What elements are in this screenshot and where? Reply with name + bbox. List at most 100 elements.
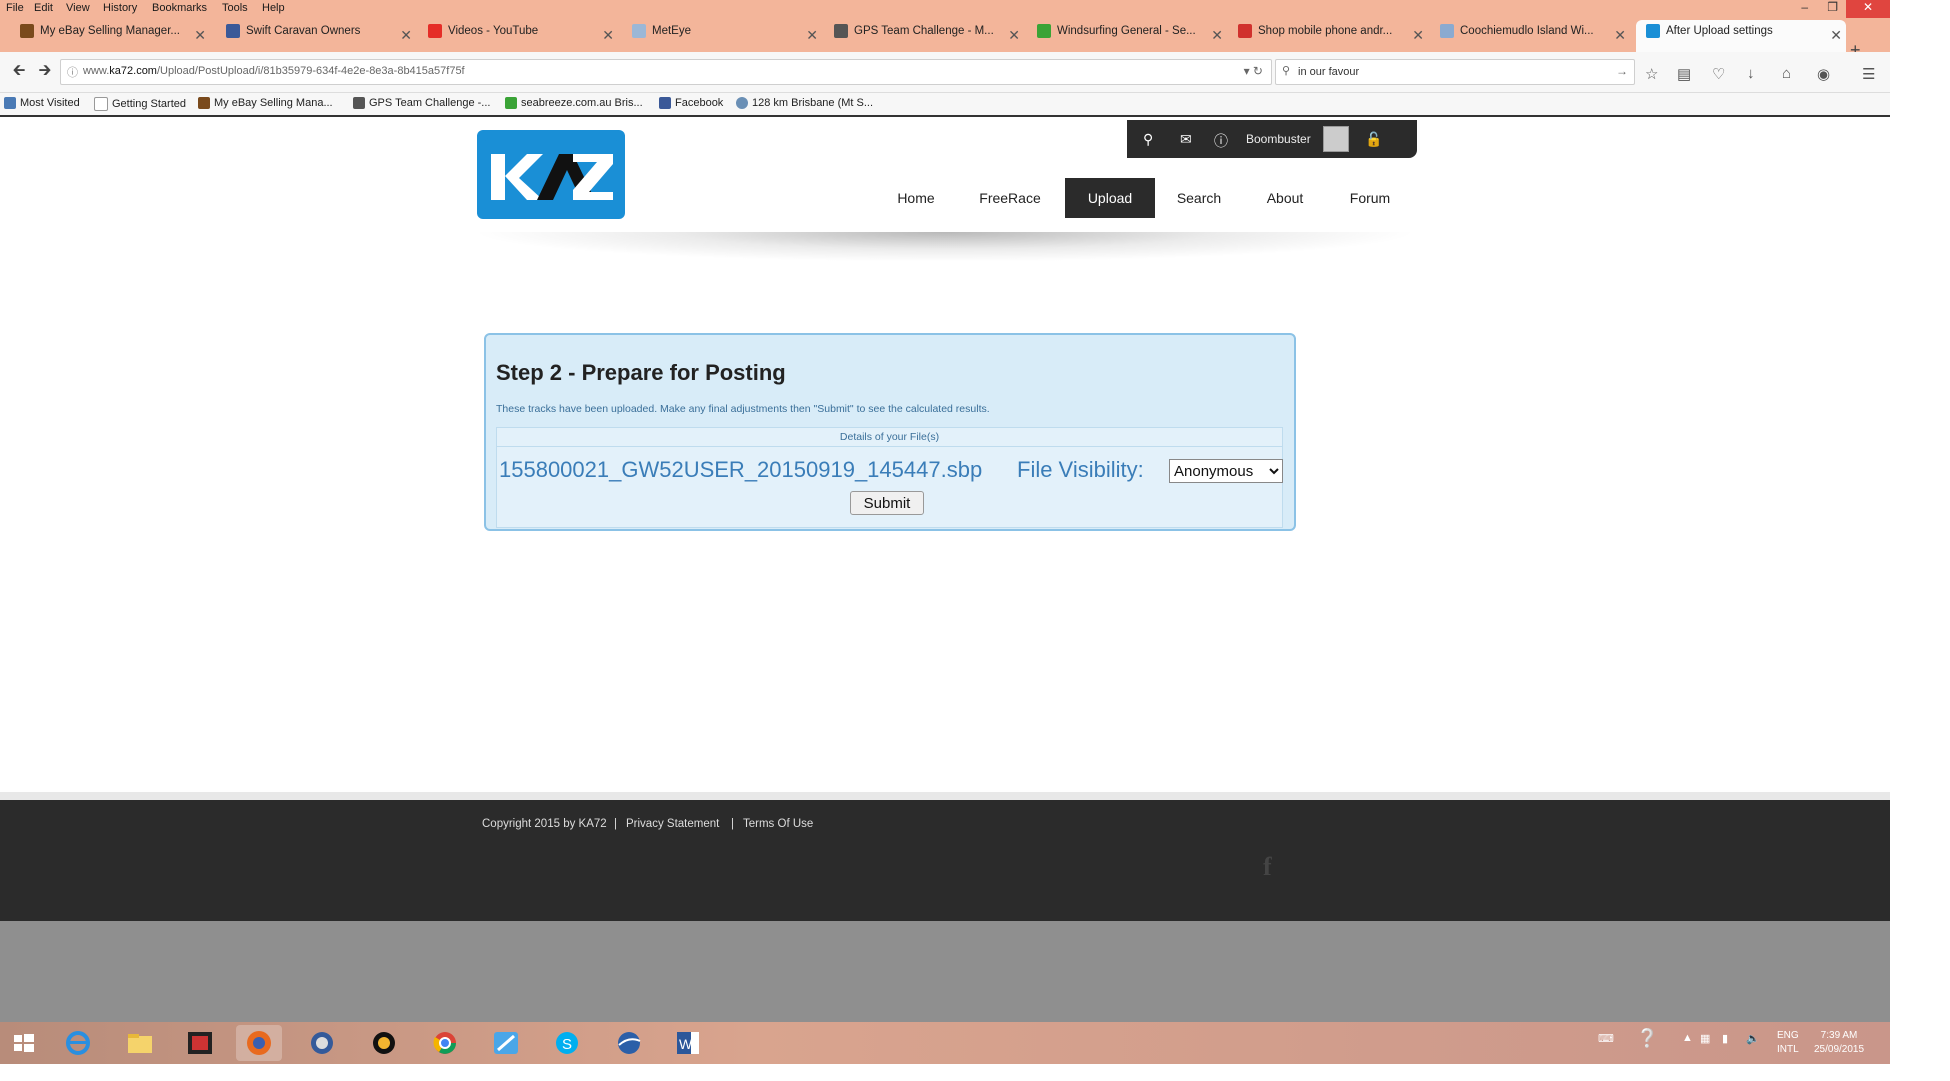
avatar[interactable] — [1323, 126, 1349, 152]
info-icon[interactable]: ⓘ — [1214, 131, 1228, 151]
close-window-icon[interactable]: ✕ — [1846, 0, 1890, 18]
privacy-link[interactable]: Privacy Statement — [626, 818, 719, 830]
copyright-text: Copyright 2015 by KA72 — [482, 818, 607, 830]
search-input[interactable] — [1296, 63, 1610, 81]
tab-youtube[interactable]: Videos - YouTube ✕ — [428, 24, 618, 50]
menu-help[interactable]: Help — [262, 2, 285, 14]
go-arrow-icon[interactable]: → — [1616, 64, 1628, 78]
chrome-icon[interactable] — [429, 1028, 461, 1058]
site-info-icon[interactable]: ⓘ — [67, 64, 78, 80]
word-icon[interactable]: W — [672, 1028, 704, 1058]
close-tab-icon[interactable]: ✕ — [1008, 27, 1020, 44]
thunderbird-icon[interactable] — [306, 1028, 338, 1058]
close-tab-icon[interactable]: ✕ — [806, 27, 818, 44]
facebook-icon — [226, 24, 240, 38]
nav-upload[interactable]: Upload — [1065, 178, 1155, 218]
file-visibility-label: File Visibility: — [1017, 457, 1144, 482]
tab-gps-team-challenge[interactable]: GPS Team Challenge - M... ✕ — [834, 24, 1024, 50]
site-logo[interactable] — [477, 130, 625, 219]
menu-view[interactable]: View — [66, 2, 90, 14]
bookmark-weather[interactable]: 128 km Brisbane (Mt S... — [736, 97, 873, 110]
reading-list-icon[interactable]: ▤ — [1677, 65, 1691, 83]
close-tab-icon[interactable]: ✕ — [1830, 27, 1842, 44]
folder-icon — [4, 97, 16, 110]
wind-icon — [1440, 24, 1454, 38]
pocket-icon[interactable]: ♡ — [1712, 65, 1725, 83]
tab-windsurfing[interactable]: Windsurfing General - Se... ✕ — [1037, 24, 1227, 50]
download-icon[interactable]: ↓ — [1747, 65, 1755, 82]
prepare-posting-panel: Step 2 - Prepare for Posting These track… — [484, 333, 1296, 531]
input-language[interactable]: ENG INTL — [1777, 1029, 1799, 1057]
menu-edit[interactable]: Edit — [34, 2, 53, 14]
internet-explorer-icon[interactable] — [62, 1028, 94, 1058]
signal-icon[interactable]: ▮ — [1722, 1032, 1728, 1045]
file-explorer-icon[interactable] — [124, 1028, 156, 1058]
nav-home[interactable]: Home — [880, 178, 952, 218]
tray-expand-icon[interactable]: ▲ — [1682, 1032, 1693, 1044]
menu-bookmarks[interactable]: Bookmarks — [152, 2, 207, 14]
bookmark-seabreeze[interactable]: seabreeze.com.au Bris... — [505, 97, 643, 110]
close-tab-icon[interactable]: ✕ — [1211, 27, 1223, 44]
photo-app-icon[interactable] — [184, 1028, 216, 1058]
tab-shop-mobile[interactable]: Shop mobile phone andr... ✕ — [1238, 24, 1428, 50]
tab-after-upload-settings[interactable]: After Upload settings ✕ — [1636, 20, 1846, 56]
forward-icon[interactable]: 🡲 — [34, 60, 56, 82]
media-player-icon[interactable] — [368, 1028, 400, 1058]
close-tab-icon[interactable]: ✕ — [194, 27, 206, 44]
google-earth-icon[interactable] — [613, 1028, 645, 1058]
submit-button[interactable]: Submit — [850, 491, 924, 515]
bookmark-getting-started[interactable]: Getting Started — [94, 97, 186, 111]
file-name: 155800021_GW52USER_20150919_145447.sbp — [499, 457, 983, 482]
address-bar[interactable]: ⓘ www.ka72.com/Upload/PostUpload/i/81b35… — [60, 59, 1272, 85]
menu-icon[interactable]: ☰ — [1862, 65, 1875, 83]
nav-search[interactable]: Search — [1163, 178, 1235, 218]
home-icon[interactable]: ⌂ — [1782, 65, 1791, 82]
terms-link[interactable]: Terms Of Use — [743, 818, 813, 830]
bookmark-facebook[interactable]: Facebook — [659, 97, 723, 110]
back-icon[interactable]: 🡰 — [8, 60, 30, 82]
network-icon[interactable]: ▦ — [1700, 1032, 1710, 1045]
restore-icon[interactable]: ❐ — [1827, 0, 1838, 18]
file-row: 155800021_GW52USER_20150919_145447.sbp F… — [496, 447, 1283, 528]
close-tab-icon[interactable]: ✕ — [1412, 27, 1424, 44]
tab-swift-caravan[interactable]: Swift Caravan Owners ✕ — [226, 24, 416, 50]
volume-icon[interactable]: 🔈 — [1746, 1032, 1760, 1045]
lock-icon[interactable]: 🔓 — [1365, 131, 1382, 148]
page-title: Step 2 - Prepare for Posting — [496, 360, 786, 385]
help-icon[interactable]: ❔ — [1636, 1028, 1658, 1049]
bookmark-most-visited[interactable]: Most Visited — [4, 97, 80, 110]
menu-history[interactable]: History — [103, 2, 137, 14]
facebook-icon[interactable]: f — [1263, 852, 1272, 882]
bookmark-gps-team[interactable]: GPS Team Challenge -... — [353, 97, 490, 110]
close-tab-icon[interactable]: ✕ — [1614, 27, 1626, 44]
bookmark-star-icon[interactable]: ☆ — [1645, 65, 1658, 83]
mail-icon[interactable]: ✉ — [1180, 131, 1192, 148]
username-link[interactable]: Boombuster — [1246, 132, 1311, 146]
bookmark-ebay[interactable]: My eBay Selling Mana... — [198, 97, 333, 110]
nav-forum[interactable]: Forum — [1330, 178, 1410, 218]
tab-ebay[interactable]: My eBay Selling Manager... ✕ — [20, 24, 210, 50]
reload-icon[interactable]: ▾ ↻ — [1244, 64, 1263, 78]
nav-freerace[interactable]: FreeRace — [960, 178, 1060, 218]
file-visibility-select[interactable]: Anonymous — [1169, 459, 1283, 483]
close-tab-icon[interactable]: ✕ — [602, 27, 614, 44]
gps-app-icon[interactable] — [490, 1028, 522, 1058]
tab-coochiemudlo[interactable]: Coochiemudlo Island Wi... ✕ — [1440, 24, 1630, 50]
minimize-icon[interactable]: – — [1801, 0, 1808, 18]
menu-tools[interactable]: Tools — [222, 2, 248, 14]
svg-text:W: W — [679, 1036, 693, 1052]
keyboard-icon[interactable]: ⌨ — [1598, 1032, 1614, 1045]
system-clock[interactable]: 7:39 AM 25/09/2015 — [1814, 1029, 1864, 1057]
firefox-icon[interactable] — [236, 1025, 282, 1061]
menu-file[interactable]: File — [6, 2, 24, 14]
site-nav: Home FreeRace Upload Search About Forum — [880, 178, 1400, 218]
chat-icon[interactable]: ◉ — [1817, 65, 1830, 83]
nav-about[interactable]: About — [1250, 178, 1320, 218]
tab-meteye[interactable]: MetEye ✕ — [632, 24, 822, 50]
search-box[interactable]: ⚲ → — [1275, 59, 1635, 85]
ka72-logo-icon — [485, 138, 617, 211]
search-icon[interactable]: ⚲ — [1143, 131, 1153, 148]
skype-icon[interactable]: S — [551, 1028, 583, 1058]
windows-start-icon[interactable] — [8, 1028, 40, 1058]
close-tab-icon[interactable]: ✕ — [400, 27, 412, 44]
